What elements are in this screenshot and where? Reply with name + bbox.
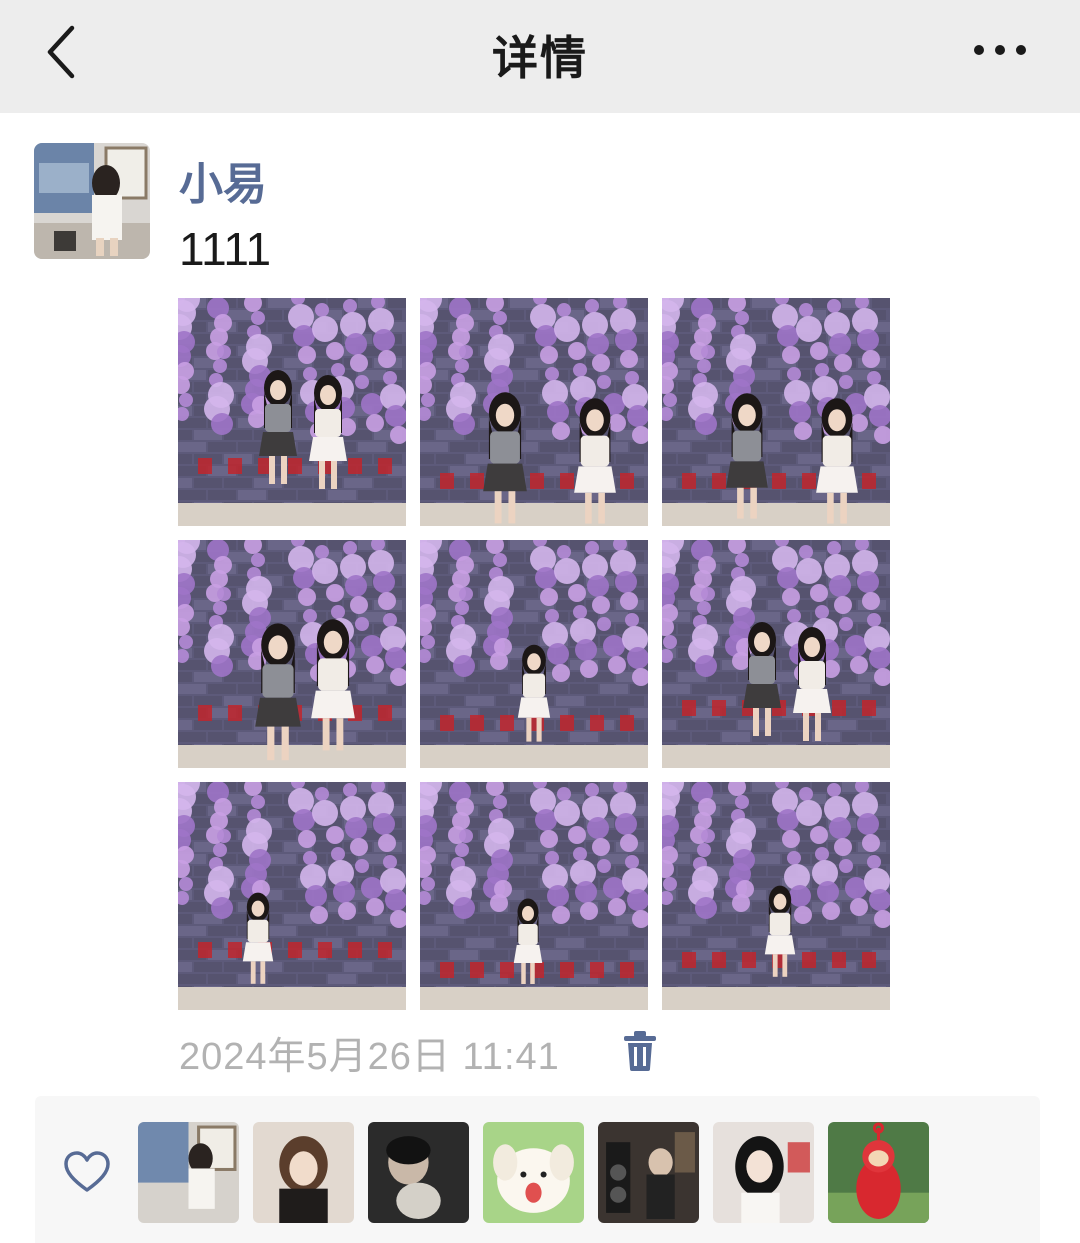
- post-photo-3[interactable]: [662, 298, 890, 526]
- liker-avatars: [138, 1122, 929, 1223]
- liker-avatar-4[interactable]: [483, 1122, 584, 1223]
- author-name[interactable]: 小易: [179, 148, 267, 212]
- top-navigation-bar: 详情: [0, 0, 1080, 113]
- likes-panel: [35, 1096, 1040, 1243]
- more-options-button[interactable]: [968, 30, 1032, 70]
- liker-avatar-1[interactable]: [138, 1122, 239, 1223]
- liker-avatar-6[interactable]: [713, 1122, 814, 1223]
- more-dots-icon: [974, 45, 984, 55]
- post-photo-6[interactable]: [662, 540, 890, 768]
- post-photo-9[interactable]: [662, 782, 890, 1010]
- liker-avatar-3[interactable]: [368, 1122, 469, 1223]
- delete-post-button[interactable]: [620, 1028, 660, 1072]
- heart-outline-icon: [64, 1151, 110, 1192]
- post-photo-7[interactable]: [178, 782, 406, 1010]
- liker-avatar-5[interactable]: [598, 1122, 699, 1223]
- photo-grid: [178, 298, 890, 1010]
- page-title: 详情: [492, 32, 588, 84]
- post-photo-4[interactable]: [178, 540, 406, 768]
- post-text: 1111: [179, 223, 272, 275]
- post-photo-2[interactable]: [420, 298, 648, 526]
- liker-avatar-7[interactable]: [828, 1122, 929, 1223]
- trash-icon: [624, 1031, 656, 1071]
- liker-avatar-2[interactable]: [253, 1122, 354, 1223]
- post-timestamp: 2024年5月26日 11:41: [179, 1036, 560, 1078]
- post-photo-1[interactable]: [178, 298, 406, 526]
- post-photo-5[interactable]: [420, 540, 648, 768]
- post-photo-8[interactable]: [420, 782, 648, 1010]
- author-avatar[interactable]: [34, 143, 150, 259]
